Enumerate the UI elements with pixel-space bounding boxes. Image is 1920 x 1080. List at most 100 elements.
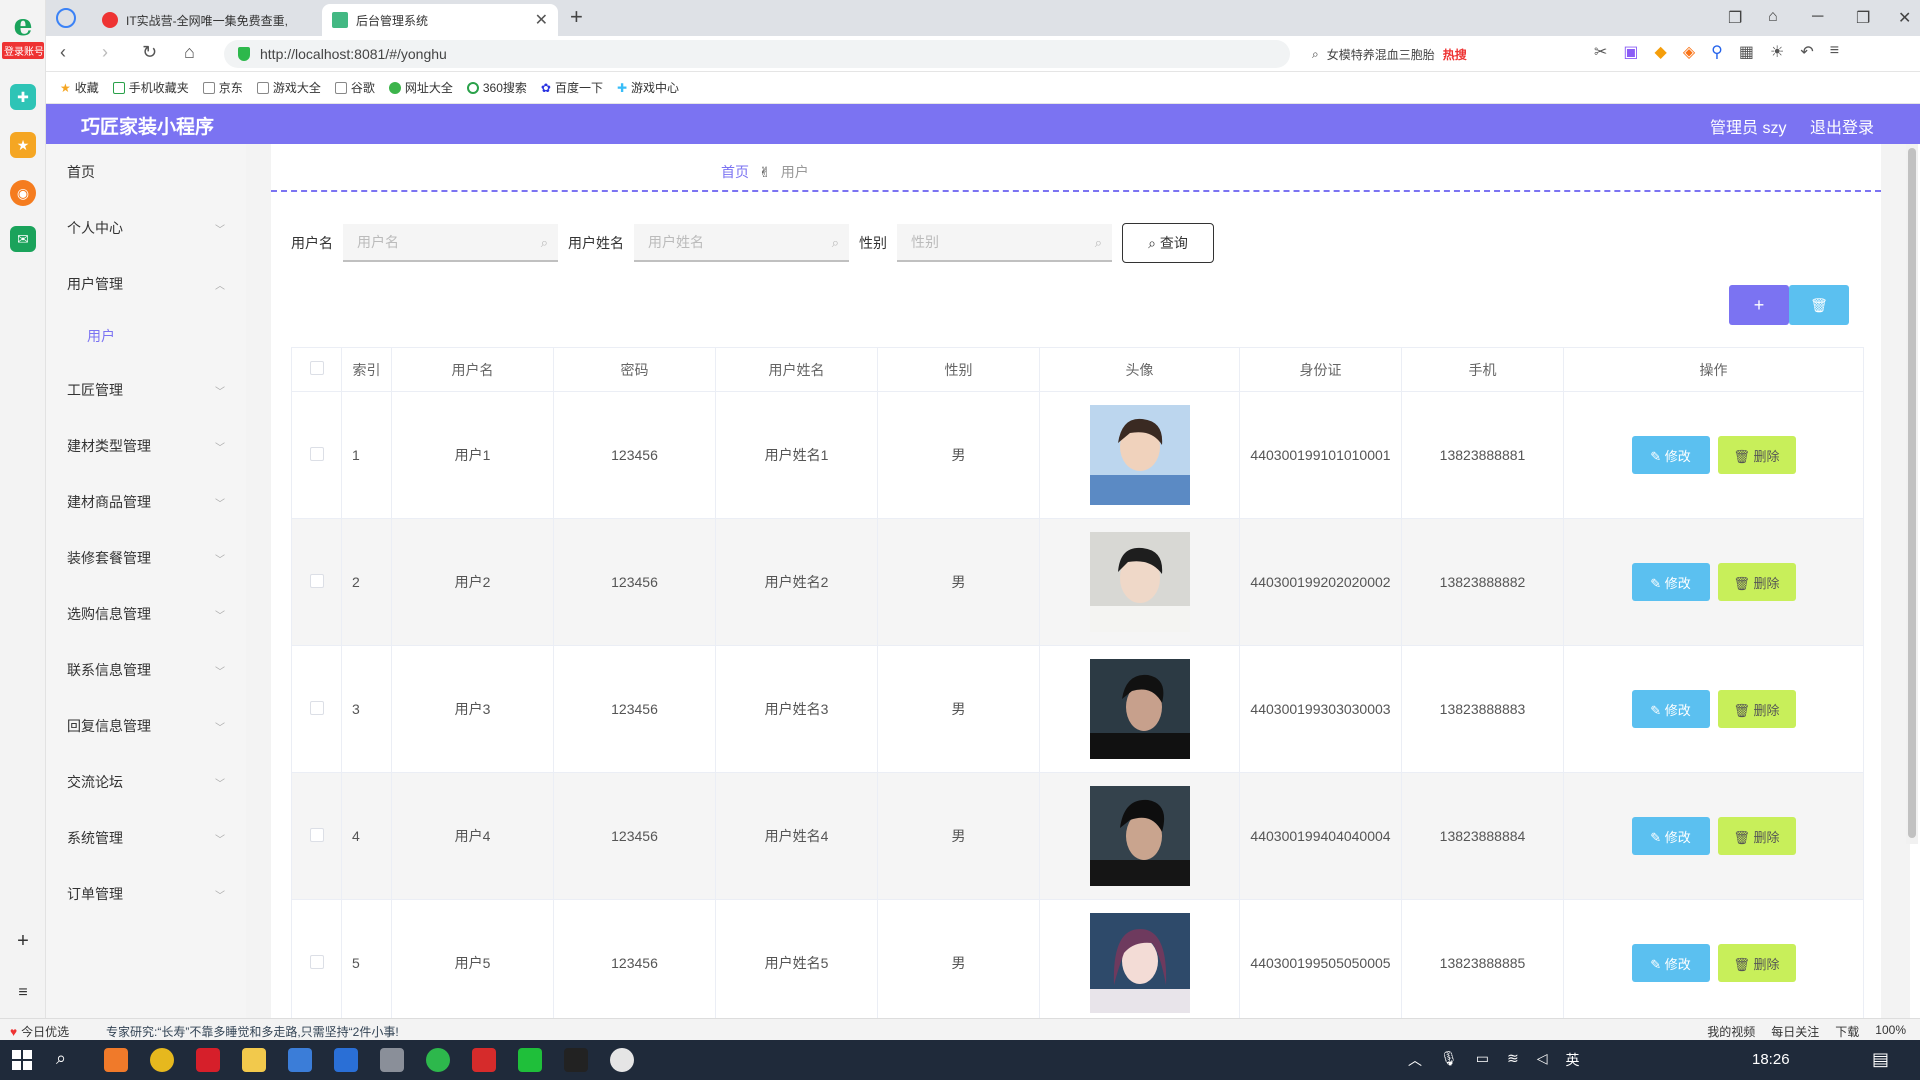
- row-checkbox[interactable]: [309, 954, 324, 969]
- sidebar-item-purchase-info[interactable]: 选购信息管理 ﹀: [67, 602, 237, 626]
- sidebar-item-material-goods[interactable]: 建材商品管理 ﹀: [67, 490, 237, 514]
- daily-focus-link[interactable]: 每日关注: [1771, 1023, 1819, 1040]
- wps-icon[interactable]: [472, 1048, 496, 1072]
- download-link[interactable]: 下载: [1835, 1023, 1859, 1040]
- row-checkbox[interactable]: [309, 573, 324, 588]
- avatar-image[interactable]: [1089, 405, 1190, 505]
- settings-icon[interactable]: [380, 1048, 404, 1072]
- bookmark-google[interactable]: 谷歌: [334, 79, 375, 96]
- magnifier-icon[interactable]: ⚲: [1711, 42, 1723, 62]
- row-checkbox[interactable]: [309, 700, 324, 715]
- avatar-image[interactable]: [1089, 786, 1190, 886]
- bookmark-mobile[interactable]: 手机收藏夹: [112, 79, 189, 96]
- plus-app-icon[interactable]: ✚: [10, 84, 36, 110]
- name-input[interactable]: [634, 224, 849, 260]
- edit-button[interactable]: ✎ 修改: [1631, 944, 1710, 982]
- bookmark-wangzhi[interactable]: 网址大全: [388, 79, 453, 96]
- undo-icon[interactable]: ↶: [1800, 42, 1813, 62]
- forward-icon[interactable]: ›: [102, 42, 108, 63]
- battery-icon[interactable]: ▭: [1476, 1050, 1489, 1070]
- select-all-cell[interactable]: [291, 347, 342, 392]
- star-icon[interactable]: ★: [10, 132, 36, 158]
- row-checkbox[interactable]: [309, 446, 324, 461]
- restore-icon[interactable]: ❐: [1856, 8, 1870, 28]
- username-search-field[interactable]: ⌕: [343, 224, 558, 262]
- scrollbar-thumb[interactable]: [1908, 148, 1916, 838]
- logout-link[interactable]: 退出登录: [1810, 114, 1874, 138]
- gender-search-field[interactable]: ⌕: [897, 224, 1112, 262]
- close-window-icon[interactable]: ✕: [1898, 8, 1911, 28]
- sidebar-item-personal-center[interactable]: 个人中心 ﹀: [67, 216, 237, 240]
- today-picks[interactable]: ♥ 今日优选: [10, 1023, 69, 1040]
- bookmark-game-center[interactable]: ✚ 游戏中心: [617, 79, 679, 96]
- app-icon-1[interactable]: [104, 1048, 128, 1072]
- edit-button[interactable]: ✎ 修改: [1631, 690, 1710, 728]
- folder-icon[interactable]: [242, 1048, 266, 1072]
- browser-taskbar-icon[interactable]: [426, 1048, 450, 1072]
- bookmark-favorites[interactable]: ★ 收藏: [60, 79, 99, 96]
- search-icon[interactable]: ⌕: [56, 1048, 66, 1069]
- tray-expand-icon[interactable]: ︿: [1408, 1050, 1422, 1070]
- news-ticker[interactable]: 专家研究:“长寿”不靠多睡觉和多走路,只需坚持“2件小事!: [106, 1023, 399, 1040]
- brightness-icon[interactable]: ☀: [1770, 42, 1784, 62]
- name-search-field[interactable]: ⌕: [634, 224, 849, 262]
- scissors-icon[interactable]: ✂: [1594, 42, 1607, 62]
- avatar-image[interactable]: [1089, 532, 1190, 632]
- sidebar-item-craftsman[interactable]: 工匠管理 ﹀: [67, 378, 237, 402]
- shield-ext-icon[interactable]: ◆: [1655, 42, 1667, 62]
- avatar-image[interactable]: [1089, 659, 1190, 759]
- grid-icon[interactable]: ▦: [1739, 42, 1754, 62]
- browser-search-box[interactable]: ⌕ 女模特养混血三胞胎 热搜: [1312, 40, 1574, 68]
- query-button[interactable]: ⌕ 查询: [1122, 223, 1214, 263]
- weibo-icon[interactable]: ◉: [10, 180, 36, 206]
- delete-button[interactable]: 🗑 删除: [1717, 436, 1796, 474]
- refresh-icon[interactable]: ↻: [142, 42, 157, 63]
- translate-icon[interactable]: ▣: [1623, 42, 1638, 62]
- clock[interactable]: 18:26: [1752, 1051, 1790, 1068]
- chrome-icon[interactable]: [150, 1048, 174, 1072]
- bookmark-baidu[interactable]: ✿ 百度一下: [541, 79, 603, 96]
- volume-icon[interactable]: ◁: [1537, 1050, 1548, 1070]
- app-icon-arrow[interactable]: [334, 1048, 358, 1072]
- username-input[interactable]: [343, 224, 558, 260]
- sidebar-item-material-type[interactable]: 建材类型管理 ﹀: [67, 434, 237, 458]
- page-scrollbar[interactable]: [1906, 144, 1918, 844]
- list-icon[interactable]: ≡: [10, 980, 36, 1006]
- home-icon[interactable]: ⌂: [184, 42, 195, 63]
- browser-logo[interactable]: e 登录账号: [2, 10, 44, 59]
- tab-it-shizhan[interactable]: IT实战营-全网唯一集免费查重,: [92, 4, 322, 36]
- add-button[interactable]: +: [1729, 285, 1789, 325]
- input-lang[interactable]: 英: [1566, 1050, 1580, 1070]
- game-icon[interactable]: ◈: [1683, 42, 1695, 62]
- app-icon-red[interactable]: [196, 1048, 220, 1072]
- menu-icon[interactable]: ≡: [1830, 42, 1839, 62]
- navigation-icon[interactable]: [56, 8, 76, 28]
- edit-button[interactable]: ✎ 修改: [1631, 436, 1710, 474]
- delete-button[interactable]: 🗑 删除: [1717, 817, 1796, 855]
- url-text[interactable]: http://localhost:8081/#/yonghu: [260, 46, 447, 62]
- delete-button[interactable]: 🗑 删除: [1717, 944, 1796, 982]
- gender-input[interactable]: [897, 224, 1112, 260]
- row-checkbox[interactable]: [309, 827, 324, 842]
- sidebar-item-package[interactable]: 装修套餐管理 ﹀: [67, 546, 237, 570]
- search-suggestion[interactable]: 女模特养混血三胞胎: [1327, 46, 1435, 63]
- sidebar-item-reply-info[interactable]: 回复信息管理 ﹀: [67, 714, 237, 738]
- sidebar-item-home[interactable]: 首页: [67, 160, 237, 184]
- sidebar-item-forum[interactable]: 交流论坛 ﹀: [67, 770, 237, 794]
- hbuilder-icon[interactable]: [518, 1048, 542, 1072]
- avatar-image[interactable]: [1089, 913, 1190, 1013]
- mic-icon[interactable]: 🎙: [1440, 1050, 1458, 1070]
- login-account-badge[interactable]: 登录账号: [2, 42, 44, 59]
- wifi-icon[interactable]: ≋: [1507, 1050, 1519, 1070]
- bookmark-jd[interactable]: 京东: [202, 79, 243, 96]
- minimize-icon[interactable]: ─: [1812, 8, 1823, 26]
- select-all-checkbox[interactable]: [309, 361, 324, 375]
- tab-admin-system[interactable]: 后台管理系统 ✕: [322, 4, 558, 36]
- sidebar-item-contact-info[interactable]: 联系信息管理 ﹀: [67, 658, 237, 682]
- bookmark-games[interactable]: 游戏大全: [256, 79, 321, 96]
- sidebar-subitem-user[interactable]: 用户: [87, 326, 115, 346]
- tab-count-icon[interactable]: ❐: [1728, 8, 1742, 28]
- delete-button[interactable]: 🗑 删除: [1717, 563, 1796, 601]
- terminal-icon[interactable]: [564, 1048, 588, 1072]
- edit-button[interactable]: ✎ 修改: [1631, 563, 1710, 601]
